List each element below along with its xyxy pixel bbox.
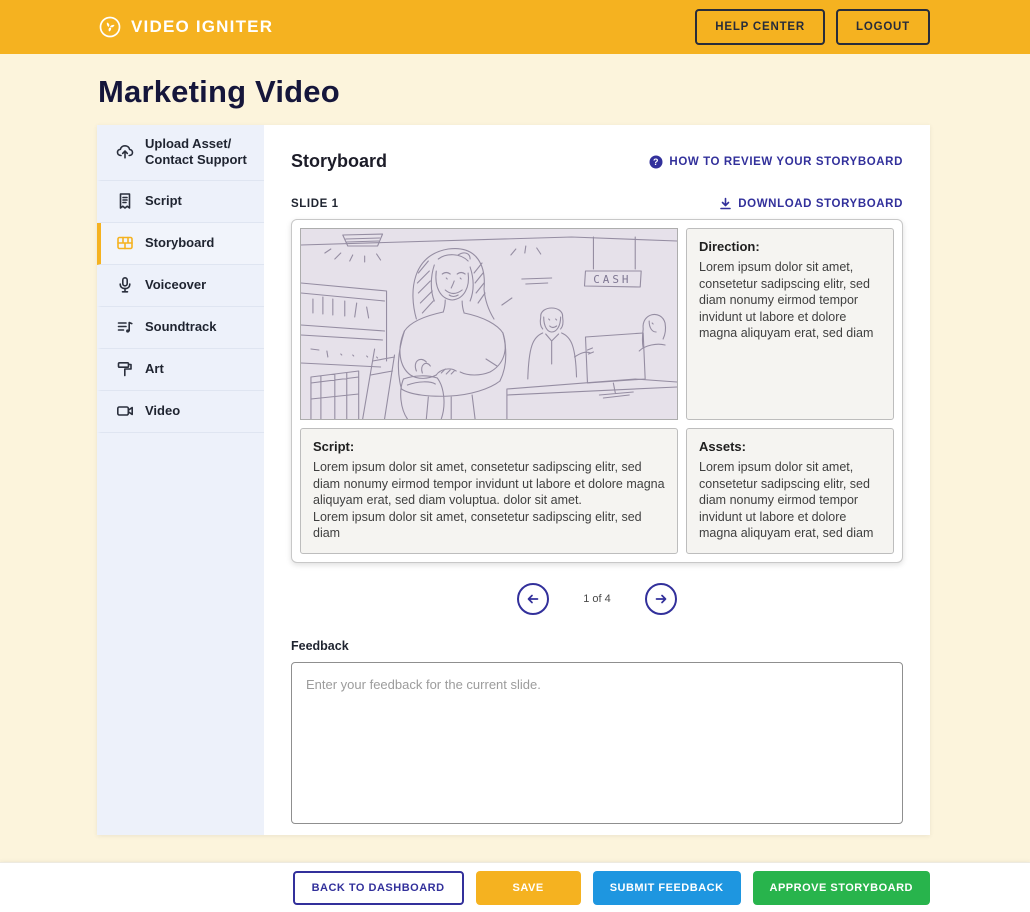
main-panel: Upload Asset/ Contact Support Script Sto…: [97, 125, 930, 835]
sidebar-item-label: Upload Asset/ Contact Support: [145, 136, 247, 169]
cloud-upload-icon: [115, 143, 134, 162]
direction-text: Lorem ipsum dolor sit amet, consetetur s…: [699, 259, 881, 342]
slide-pagination: 1 of 4: [291, 583, 903, 615]
question-circle-icon: ?: [649, 155, 663, 169]
sidebar-item-script[interactable]: Script: [97, 181, 264, 223]
approve-storyboard-button[interactable]: APPROVE STORYBOARD: [753, 871, 930, 905]
sidebar-item-label: Soundtrack: [145, 319, 217, 335]
sidebar-item-soundtrack[interactable]: Soundtrack: [97, 307, 264, 349]
svg-text:?: ?: [653, 157, 659, 167]
script-title: Script:: [313, 438, 665, 455]
top-bar: VIDEO IGNITER HELP CENTER LOGOUT: [0, 0, 1030, 54]
sidebar-item-upload-asset[interactable]: Upload Asset/ Contact Support: [97, 125, 264, 181]
feedback-label: Feedback: [291, 639, 903, 653]
microphone-icon: [115, 276, 134, 295]
sidebar-item-label: Voiceover: [145, 277, 206, 293]
direction-box: Direction: Lorem ipsum dolor sit amet, c…: [686, 228, 894, 420]
soundtrack-icon: [115, 318, 134, 337]
action-bar: BACK TO DASHBOARD SAVE SUBMIT FEEDBACK A…: [0, 862, 1030, 912]
logout-button[interactable]: LOGOUT: [836, 9, 930, 45]
page-title: Marketing Video: [98, 74, 1030, 110]
previous-slide-button[interactable]: [517, 583, 549, 615]
sidebar-item-label: Script: [145, 193, 182, 209]
script-box: Script: Lorem ipsum dolor sit amet, cons…: [300, 428, 678, 554]
content-area: Storyboard ? HOW TO REVIEW YOUR STORYBOA…: [264, 125, 930, 835]
cash-sign-text: CASH: [593, 273, 631, 286]
download-storyboard-label: DOWNLOAD STORYBOARD: [738, 198, 903, 210]
sidebar-item-label: Art: [145, 361, 164, 377]
video-igniter-logo-icon: [97, 14, 123, 40]
sidebar-item-label: Video: [145, 403, 180, 419]
sidebar-item-video[interactable]: Video: [97, 391, 264, 433]
paint-roller-icon: [115, 360, 134, 379]
feedback-textarea[interactable]: [291, 662, 903, 824]
assets-box: Assets: Lorem ipsum dolor sit amet, cons…: [686, 428, 894, 554]
section-heading: Storyboard: [291, 151, 387, 172]
storyboard-grid-icon: [115, 234, 134, 253]
assets-title: Assets:: [699, 438, 881, 455]
script-icon: [115, 192, 134, 211]
download-storyboard-link[interactable]: DOWNLOAD STORYBOARD: [719, 197, 903, 210]
direction-title: Direction:: [699, 238, 881, 255]
back-to-dashboard-button[interactable]: BACK TO DASHBOARD: [293, 871, 464, 905]
sidebar-item-art[interactable]: Art: [97, 349, 264, 391]
sidebar: Upload Asset/ Contact Support Script Sto…: [97, 125, 264, 835]
how-to-review-link[interactable]: ? HOW TO REVIEW YOUR STORYBOARD: [649, 155, 903, 169]
arrow-left-icon: [525, 591, 541, 607]
storyboard-slide-card: CASH Direction: Lorem ipsum dolor sit am…: [291, 219, 903, 563]
slide-label: SLIDE 1: [291, 198, 339, 210]
storyboard-sketch-image: CASH: [300, 228, 678, 420]
submit-feedback-button[interactable]: SUBMIT FEEDBACK: [593, 871, 741, 905]
script-text: Lorem ipsum dolor sit amet, consetetur s…: [313, 459, 665, 542]
download-icon: [719, 197, 732, 210]
brand-logo: VIDEO IGNITER: [97, 14, 273, 40]
video-camera-icon: [115, 402, 134, 421]
next-slide-button[interactable]: [645, 583, 677, 615]
brand-name: VIDEO IGNITER: [131, 17, 273, 37]
sidebar-item-storyboard[interactable]: Storyboard: [97, 223, 264, 265]
save-button[interactable]: SAVE: [476, 871, 581, 905]
how-to-review-label: HOW TO REVIEW YOUR STORYBOARD: [669, 156, 903, 168]
sidebar-item-voiceover[interactable]: Voiceover: [97, 265, 264, 307]
sidebar-item-label: Storyboard: [145, 235, 214, 251]
slide-counter: 1 of 4: [583, 593, 611, 605]
arrow-right-icon: [653, 591, 669, 607]
assets-text: Lorem ipsum dolor sit amet, consetetur s…: [699, 459, 881, 542]
help-center-button[interactable]: HELP CENTER: [695, 9, 825, 45]
